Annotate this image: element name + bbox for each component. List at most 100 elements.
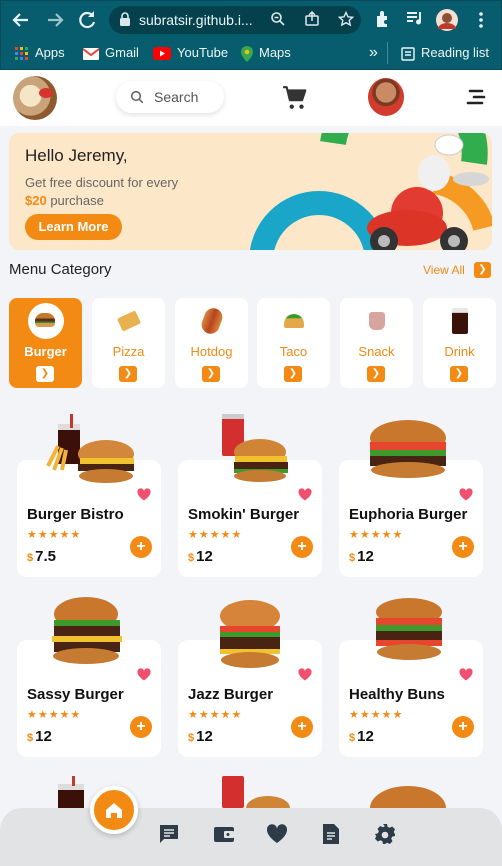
browser-toolbar: subratsir.github.i...	[1, 1, 502, 39]
bookmarks-overflow[interactable]: »	[369, 43, 378, 63]
reading-list-button[interactable]: Reading list	[401, 43, 489, 63]
add-to-cart-button[interactable]: +	[130, 716, 152, 738]
view-all-chevron-icon[interactable]: ❯	[474, 262, 491, 278]
learn-more-button[interactable]: Learn More	[25, 214, 122, 240]
media-icon[interactable]	[403, 8, 427, 32]
burger-category-icon	[28, 303, 64, 339]
chevron-right-icon[interactable]: ❯	[284, 366, 302, 382]
apps-grid-icon	[15, 46, 28, 60]
smokin-burger-image	[222, 414, 288, 482]
row3-burger-image	[370, 786, 446, 808]
category-drink[interactable]: Drink ❯	[423, 298, 496, 388]
share-icon[interactable]	[303, 10, 321, 29]
sassy-burger-image	[52, 597, 122, 664]
app-header: Search	[0, 70, 502, 126]
food-name: Smokin' Burger	[188, 506, 300, 523]
promo-text: Get free discount for every $20 purchase	[25, 175, 179, 208]
row3-smokin-image	[222, 776, 290, 808]
rating-stars: ★★★★★	[188, 529, 243, 541]
food-price: $12	[188, 728, 213, 745]
search-input[interactable]: Search	[116, 81, 224, 113]
banner-illustration	[249, 133, 492, 250]
back-icon[interactable]	[9, 8, 33, 32]
maps-icon	[241, 45, 253, 62]
url-text: subratsir.github.i...	[139, 12, 253, 28]
notes-icon[interactable]	[320, 823, 342, 845]
heart-icon[interactable]	[298, 488, 312, 501]
view-all-link[interactable]: View All	[423, 263, 465, 277]
extensions-icon[interactable]	[371, 8, 395, 32]
category-burger[interactable]: Burger ❯	[9, 298, 82, 388]
forward-icon[interactable]	[43, 8, 67, 32]
bookmark-youtube[interactable]: YouTube	[153, 43, 228, 63]
restaurant-logo[interactable]	[13, 76, 57, 120]
food-name: Sassy Burger	[27, 686, 124, 703]
chevron-right-icon[interactable]: ❯	[202, 366, 220, 382]
heart-icon[interactable]	[298, 668, 312, 681]
category-pizza[interactable]: Pizza ❯	[92, 298, 165, 388]
heart-icon[interactable]	[137, 488, 151, 501]
gmail-icon	[83, 47, 99, 60]
food-price: $12	[188, 548, 213, 565]
bookmark-gmail[interactable]: Gmail	[83, 43, 139, 63]
more-vertical-icon[interactable]	[469, 8, 493, 32]
food-price: $7.5	[27, 548, 56, 565]
favorites-heart-icon[interactable]	[266, 823, 288, 845]
add-to-cart-button[interactable]: +	[452, 716, 474, 738]
chevron-right-icon[interactable]: ❯	[119, 366, 137, 382]
heart-icon[interactable]	[459, 668, 473, 681]
zoom-icon[interactable]	[269, 11, 287, 29]
food-name: Jazz Burger	[188, 686, 274, 703]
food-name: Euphoria Burger	[349, 506, 468, 523]
taco-category-icon	[277, 304, 310, 337]
profile-avatar-icon[interactable]	[435, 8, 459, 32]
home-icon	[106, 803, 122, 818]
hamburger-menu-icon[interactable]	[466, 87, 486, 107]
bookmark-divider	[387, 42, 388, 64]
bookmarks-bar: Apps Gmail YouTube Maps » Reading list	[1, 39, 502, 67]
add-to-cart-button[interactable]: +	[452, 536, 474, 558]
healthy-buns-image	[376, 598, 442, 660]
rating-stars: ★★★★★	[27, 709, 82, 721]
bookmark-apps[interactable]: Apps	[15, 43, 65, 63]
star-bookmark-icon[interactable]	[337, 10, 355, 29]
category-hotdog[interactable]: Hotdog ❯	[175, 298, 248, 388]
chevron-right-icon[interactable]: ❯	[36, 366, 54, 382]
rating-stars: ★★★★★	[349, 709, 404, 721]
search-icon	[130, 90, 144, 104]
food-price: $12	[27, 728, 52, 745]
chat-icon[interactable]	[158, 823, 180, 845]
drink-category-icon	[443, 304, 476, 337]
add-to-cart-button[interactable]: +	[130, 536, 152, 558]
category-taco[interactable]: Taco ❯	[257, 298, 330, 388]
jazz-burger-image	[220, 600, 280, 668]
chevron-right-icon[interactable]: ❯	[450, 366, 468, 382]
search-placeholder: Search	[154, 89, 199, 105]
euphoria-burger-image	[370, 420, 446, 478]
heart-icon[interactable]	[459, 488, 473, 501]
menu-category-title: Menu Category	[9, 261, 112, 278]
reload-icon[interactable]	[75, 8, 99, 32]
browser-chrome: subratsir.github.i... Apps Gmail YouTube…	[0, 0, 502, 70]
food-name: Burger Bistro	[27, 506, 124, 523]
category-snack[interactable]: Snack ❯	[340, 298, 413, 388]
food-price: $12	[349, 548, 374, 565]
address-bar[interactable]: subratsir.github.i...	[109, 6, 361, 34]
promo-banner: Hello Jeremy, Get free discount for ever…	[9, 133, 492, 250]
cart-icon[interactable]	[282, 85, 308, 111]
settings-icon[interactable]	[374, 823, 396, 845]
hotdog-category-icon	[195, 304, 228, 337]
bookmark-maps[interactable]: Maps	[241, 43, 291, 63]
add-to-cart-button[interactable]: +	[291, 716, 313, 738]
bottom-nav	[0, 808, 502, 866]
home-button[interactable]	[90, 786, 138, 834]
snack-category-icon	[360, 304, 393, 337]
chevron-right-icon[interactable]: ❯	[367, 366, 385, 382]
chef-avatar[interactable]	[368, 78, 404, 116]
add-to-cart-button[interactable]: +	[291, 536, 313, 558]
row3-drink-image	[58, 776, 84, 808]
wallet-icon[interactable]	[213, 823, 235, 845]
heart-icon[interactable]	[137, 668, 151, 681]
reading-list-icon	[401, 46, 415, 61]
rating-stars: ★★★★★	[188, 709, 243, 721]
